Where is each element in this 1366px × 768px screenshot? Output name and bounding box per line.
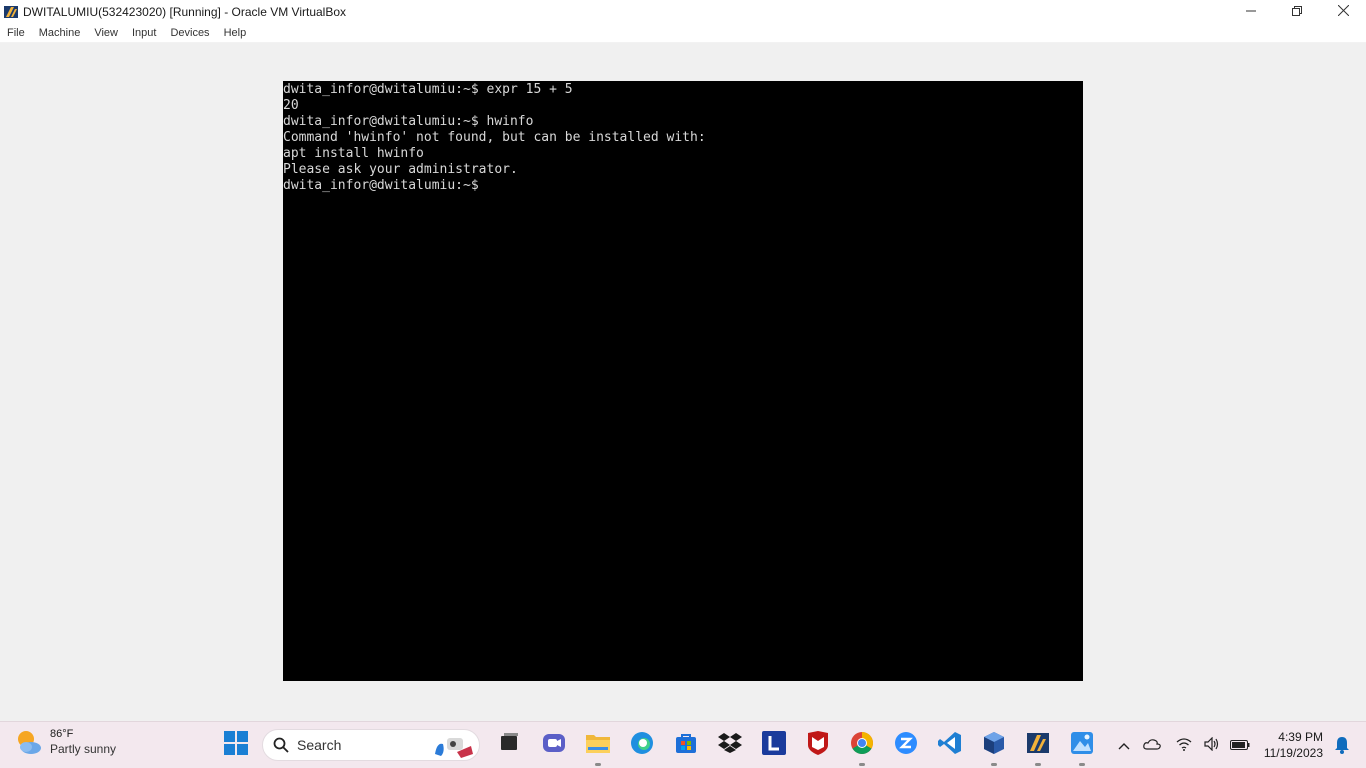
clock-date: 11/19/2023 [1263, 746, 1323, 760]
bell-icon [1334, 737, 1350, 758]
taskbar-apps: Search [218, 728, 1108, 766]
taskbar-clock[interactable]: 4:39 PM 11/19/2023 [1264, 729, 1323, 761]
onedrive-icon [1143, 738, 1161, 753]
terminal-line: Command 'hwinfo' not found, but can be i… [283, 130, 706, 145]
clock-time: 4:39 PM [1278, 730, 1323, 744]
terminal-line: dwita_infor@dwitalumiu:~$ expr 15 + 5 [283, 82, 573, 97]
volume-icon [1204, 736, 1220, 754]
search-icon [273, 737, 289, 753]
microsoft-store-button[interactable] [668, 728, 704, 762]
close-button[interactable] [1320, 0, 1366, 23]
menu-file[interactable]: File [0, 27, 32, 39]
show-hidden-icons-button[interactable] [1110, 730, 1138, 760]
vscode-icon [938, 731, 962, 760]
photos-icon [1070, 731, 1094, 760]
virtualbox-icon [982, 731, 1006, 760]
terminal-line: 20 [283, 98, 299, 113]
chrome-icon [850, 731, 874, 760]
edge-button[interactable] [624, 728, 660, 762]
wifi-button[interactable] [1170, 730, 1198, 760]
dropbox-icon [718, 732, 742, 759]
file-explorer-icon [585, 732, 611, 759]
edge-icon [630, 731, 654, 760]
wifi-icon [1176, 737, 1192, 754]
task-view-icon [499, 732, 521, 759]
l-app-icon [762, 730, 786, 760]
taskbar: 86°F Partly sunny Search 4:39 PM 11/19/2… [0, 721, 1366, 768]
terminal-line: apt install hwinfo [283, 146, 424, 161]
mcafee-icon [807, 730, 829, 760]
running-indicator [991, 763, 997, 766]
photos-button[interactable] [1064, 728, 1100, 766]
vm-screen[interactable]: dwita_infor@dwitalumiu:~$ expr 15 + 5 20… [283, 81, 1083, 681]
zoom-button[interactable] [888, 728, 924, 762]
virtualbox-vm-button[interactable] [1020, 728, 1056, 766]
minimize-button[interactable] [1228, 0, 1274, 23]
menu-machine[interactable]: Machine [32, 27, 88, 39]
running-indicator [595, 763, 601, 766]
running-indicator [1035, 763, 1041, 766]
volume-button[interactable] [1198, 730, 1226, 760]
onedrive-button[interactable] [1138, 730, 1166, 760]
window-controls [1228, 0, 1366, 23]
terminal-prompt[interactable]: dwita_infor@dwitalumiu:~$ [283, 178, 1083, 194]
search-placeholder: Search [297, 737, 342, 753]
teams-meet-button[interactable] [536, 728, 572, 762]
terminal-line: Please ask your administrator. [283, 162, 518, 177]
menu-bar: File Machine View Input Devices Help [0, 23, 1366, 43]
search-highlight-icon [431, 732, 475, 765]
vm-display-area: dwita_infor@dwitalumiu:~$ expr 15 + 5 20… [0, 43, 1366, 721]
close-icon [1337, 4, 1349, 19]
mcafee-button[interactable] [800, 728, 836, 762]
battery-icon [1230, 738, 1250, 753]
task-view-button[interactable] [492, 728, 528, 762]
terminal-line: dwita_infor@dwitalumiu:~$ hwinfo [283, 114, 534, 129]
file-explorer-button[interactable] [580, 728, 616, 766]
chrome-button[interactable] [844, 728, 880, 766]
window-title: DWITALUMIU(532423020) [Running] - Oracle… [23, 4, 347, 19]
virtualbox-button[interactable] [976, 728, 1012, 766]
menu-input[interactable]: Input [125, 27, 163, 39]
l-app-button[interactable] [756, 728, 792, 762]
menu-view[interactable]: View [87, 27, 125, 39]
system-tray [1110, 728, 1254, 762]
menu-devices[interactable]: Devices [163, 27, 216, 39]
virtualbox-vm-icon [1026, 731, 1050, 760]
restore-icon [1292, 4, 1302, 19]
partly-sunny-icon [14, 727, 44, 757]
restore-button[interactable] [1274, 0, 1320, 23]
start-button[interactable] [218, 728, 254, 762]
menu-help[interactable]: Help [217, 27, 254, 39]
vscode-button[interactable] [932, 728, 968, 762]
running-indicator [1079, 763, 1085, 766]
virtualbox-app-icon[interactable] [3, 4, 19, 20]
weather-description: Partly sunny [50, 742, 117, 756]
microsoft-store-icon [675, 732, 697, 759]
running-indicator [859, 763, 865, 766]
weather-temperature: 86°F [50, 728, 74, 740]
dropbox-button[interactable] [712, 728, 748, 762]
chevron-up-icon [1118, 738, 1130, 753]
minimize-icon [1246, 4, 1256, 19]
teams-meet-icon [542, 731, 566, 760]
notifications-button[interactable] [1334, 736, 1352, 754]
zoom-icon [894, 731, 918, 760]
taskbar-search[interactable]: Search [262, 729, 480, 761]
start-icon [224, 730, 248, 760]
weather-widget[interactable]: 86°F Partly sunny [14, 727, 116, 757]
battery-button[interactable] [1226, 730, 1254, 760]
title-bar: DWITALUMIU(532423020) [Running] - Oracle… [0, 0, 1366, 23]
